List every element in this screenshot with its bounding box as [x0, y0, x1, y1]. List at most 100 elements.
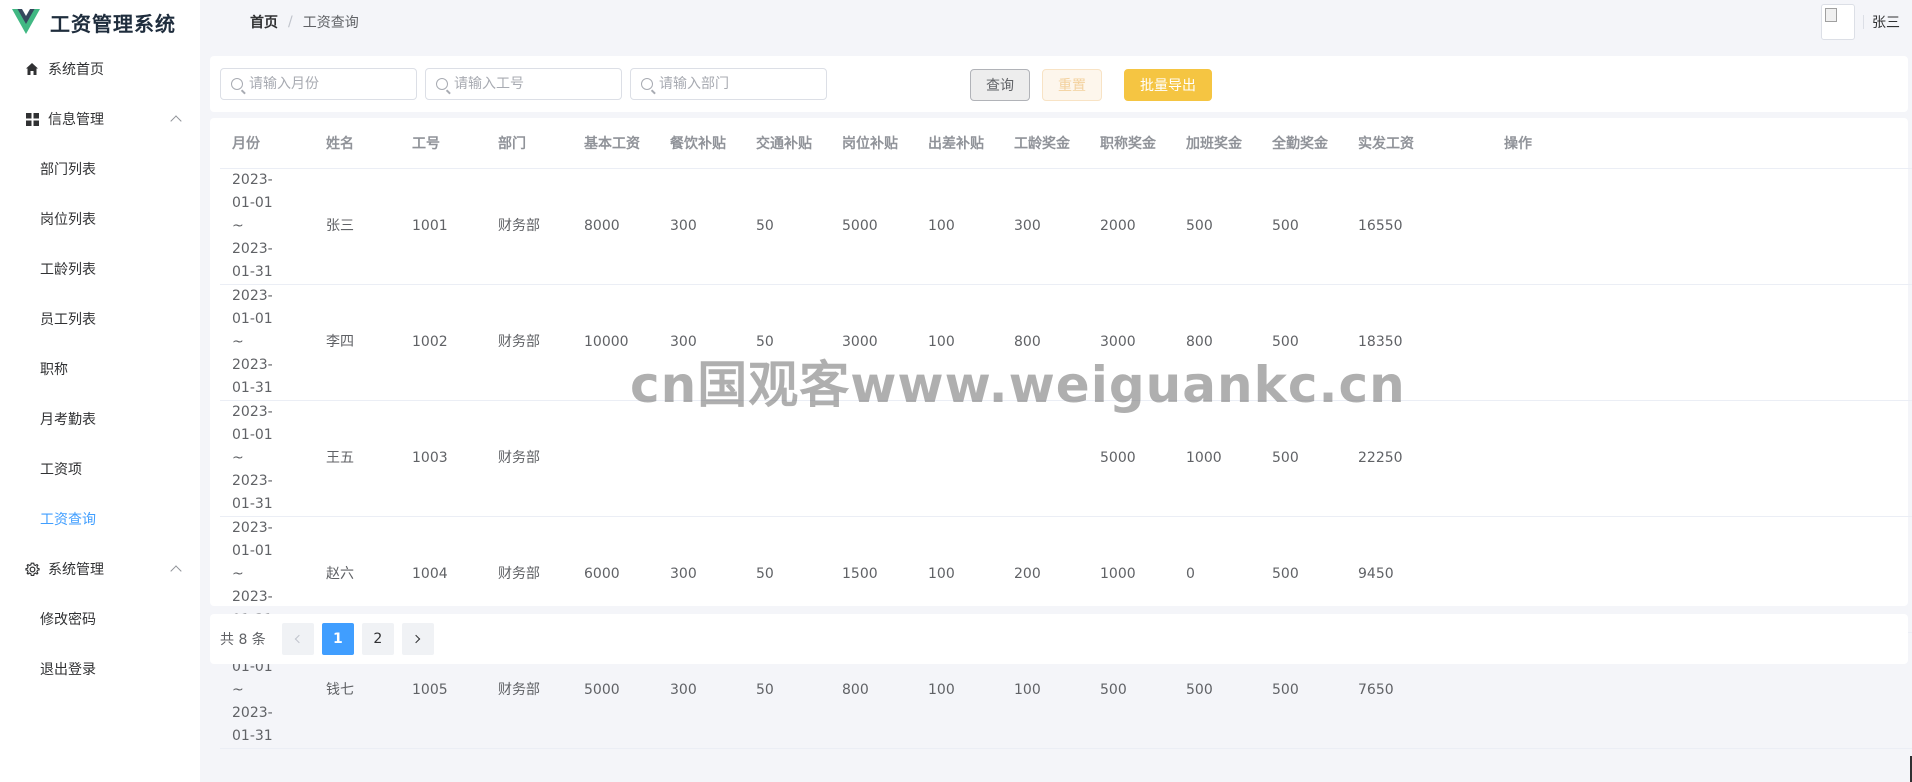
column-header: 月份 [220, 118, 314, 169]
table-cell: 财务部 [486, 168, 572, 285]
table-cell: 18350 [1346, 284, 1492, 401]
sidebar-group-system[interactable]: 系统管理 [0, 544, 200, 594]
table-cell: 16550 [1346, 168, 1492, 285]
table-cell: 100 [916, 284, 1002, 401]
sidebar-item-seniority[interactable]: 工龄列表 [0, 244, 200, 294]
column-header: 实发工资 [1346, 118, 1492, 169]
user-menu[interactable]: 张三 [1821, 4, 1900, 40]
table-cell: 8000 [572, 168, 658, 285]
sidebar-item-home[interactable]: 系统首页 [0, 44, 200, 94]
column-header: 工龄奖金 [1002, 118, 1088, 169]
breadcrumb: 首页 / 工资查询 [250, 12, 359, 32]
table-header-row: 月份 姓名 工号 部门 基本工资 餐饮补贴 交通补贴 岗位补贴 出差补贴 工龄奖… [220, 118, 1912, 169]
actions-cell [1492, 168, 1912, 285]
sidebar-item-salary-items[interactable]: 工资项 [0, 444, 200, 494]
column-header: 岗位补贴 [830, 118, 916, 169]
prev-page-button[interactable] [281, 623, 314, 655]
empno-search-input[interactable] [454, 76, 621, 92]
sidebar-group-info[interactable]: 信息管理 [0, 94, 200, 144]
table-cell: 王五 [314, 400, 400, 517]
query-button[interactable]: 查询 [970, 69, 1030, 101]
table-cell: 500 [1260, 284, 1346, 401]
table-row: 2023-01-01 ~ 2023-01-31 张三 1001 财务部 8000… [220, 168, 1912, 285]
month-search-input[interactable] [249, 76, 416, 92]
table-cell: 100 [916, 168, 1002, 285]
column-header: 职称奖金 [1088, 118, 1174, 169]
sidebar-item-change-password[interactable]: 修改密码 [0, 594, 200, 644]
table-cell: 500 [1260, 168, 1346, 285]
table-cell: 300 [658, 284, 744, 401]
next-page-button[interactable] [401, 623, 434, 655]
column-header: 部门 [486, 118, 572, 169]
avatar[interactable] [1821, 4, 1855, 40]
chevron-right-icon [412, 634, 421, 644]
dept-search-input[interactable] [659, 76, 826, 92]
table-cell: 50 [744, 284, 830, 401]
column-header: 姓名 [314, 118, 400, 169]
table-cell: 2023-01-01 ~ 2023-01-31 [220, 400, 314, 517]
table-cell: 800 [1174, 284, 1260, 401]
table-cell: 1000 [1174, 400, 1260, 517]
actions-cell [1492, 400, 1912, 517]
reset-button[interactable]: 重置 [1042, 69, 1102, 101]
chevron-up-icon [170, 565, 182, 577]
column-header: 出差补贴 [916, 118, 1002, 169]
sidebar-item-titles[interactable]: 职称 [0, 344, 200, 394]
empno-search-field[interactable] [425, 68, 622, 100]
page-button-2[interactable]: 2 [361, 623, 394, 655]
table-cell: 财务部 [486, 284, 572, 401]
sidebar-menu: 系统首页 信息管理 部门列表 岗位列表 工龄列表 员工列表 职称 月考勤表 工资… [0, 44, 200, 694]
gear-icon [24, 561, 40, 577]
table-cell [830, 400, 916, 517]
chevron-up-icon [170, 115, 182, 127]
table-cell: 500 [1260, 400, 1346, 517]
table-cell: 1002 [400, 284, 486, 401]
breadcrumb-home[interactable]: 首页 [250, 12, 278, 32]
pagination: 共 8 条 1 2 [210, 614, 1908, 664]
table-cell: 5000 [830, 168, 916, 285]
table-cell: 5000 [1088, 400, 1174, 517]
table-cell: 50 [744, 168, 830, 285]
table-cell: 800 [1002, 284, 1088, 401]
sidebar-item-salary-query[interactable]: 工资查询 [0, 494, 200, 544]
user-name[interactable]: 张三 [1872, 12, 1900, 32]
table-cell: 10000 [572, 284, 658, 401]
sidebar-item-positions[interactable]: 岗位列表 [0, 194, 200, 244]
sidebar-item-logout[interactable]: 退出登录 [0, 644, 200, 694]
table-cell: 22250 [1346, 400, 1492, 517]
breadcrumb-separator: / [288, 14, 293, 30]
month-search-field[interactable] [220, 68, 417, 100]
house-icon [24, 61, 40, 77]
table-cell [916, 400, 1002, 517]
dept-search-field[interactable] [630, 68, 827, 100]
search-bar: 查询 重置 批量导出 [210, 56, 1908, 112]
table-cell: 3000 [830, 284, 916, 401]
sidebar-item-employees[interactable]: 员工列表 [0, 294, 200, 344]
column-header: 工号 [400, 118, 486, 169]
table-cell: 2000 [1088, 168, 1174, 285]
sidebar-item-departments[interactable]: 部门列表 [0, 144, 200, 194]
top-header: 首页 / 工资查询 张三 [200, 0, 1912, 44]
column-header: 餐饮补贴 [658, 118, 744, 169]
sidebar-item-attendance[interactable]: 月考勤表 [0, 394, 200, 444]
table-row: 2023-01-01 ~ 2023-01-31 李四 1002 财务部 1000… [220, 284, 1912, 401]
sidebar-group-label: 系统管理 [48, 562, 104, 578]
search-icon [436, 78, 448, 90]
table-cell: 2023-01-01 ~ 2023-01-31 [220, 284, 314, 401]
page-button-1[interactable]: 1 [321, 623, 354, 655]
sidebar-group-label: 信息管理 [48, 112, 104, 128]
app-title: 工资管理系统 [50, 11, 176, 36]
table-cell: 300 [658, 168, 744, 285]
grid-icon [24, 111, 40, 127]
column-header: 交通补贴 [744, 118, 830, 169]
vue-logo-icon [12, 9, 40, 34]
breadcrumb-current: 工资查询 [302, 15, 359, 31]
table-cell [1002, 400, 1088, 517]
table-cell: 500 [1174, 168, 1260, 285]
pagination-total: 共 8 条 [220, 632, 266, 648]
user-divider [1863, 15, 1864, 29]
batch-export-button[interactable]: 批量导出 [1124, 69, 1212, 101]
table-cell: 300 [1002, 168, 1088, 285]
search-icon [641, 78, 653, 90]
column-header: 操作 [1492, 118, 1912, 169]
